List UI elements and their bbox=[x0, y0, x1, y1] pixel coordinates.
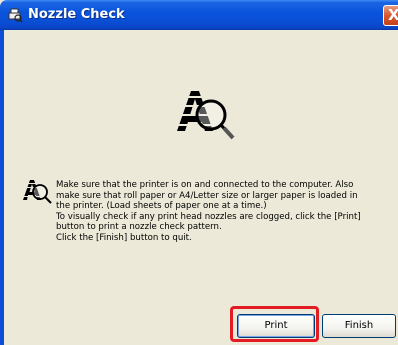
window-title: Nozzle Check bbox=[28, 7, 125, 22]
instruction-line: Click the [Finish] button to quit. bbox=[56, 232, 192, 243]
instruction-line: the printer. (Load sheets of paper one a… bbox=[56, 201, 267, 212]
nozzle-check-magnifier-icon bbox=[173, 91, 235, 140]
nozzle-check-magnifier-icon bbox=[21, 180, 52, 204]
print-button-highlight bbox=[230, 306, 319, 342]
instruction-text: Make sure that the printer is on and con… bbox=[56, 180, 396, 244]
instruction-line: Make sure that the printer is on and con… bbox=[56, 180, 354, 190]
printer-nozzle-icon bbox=[8, 8, 23, 23]
instruction-line: make sure that roll paper or A4/Letter s… bbox=[56, 190, 358, 201]
finish-button[interactable]: Finish bbox=[322, 314, 396, 338]
nozzle-check-window: Nozzle Check X Make sure that the printe… bbox=[0, 0, 398, 345]
close-button[interactable]: X bbox=[383, 5, 398, 26]
instruction-line: To visually check if any print head nozz… bbox=[56, 211, 361, 222]
title-bar[interactable]: Nozzle Check X bbox=[0, 0, 398, 30]
instruction-line: button to print a nozzle check pattern. bbox=[56, 222, 222, 233]
